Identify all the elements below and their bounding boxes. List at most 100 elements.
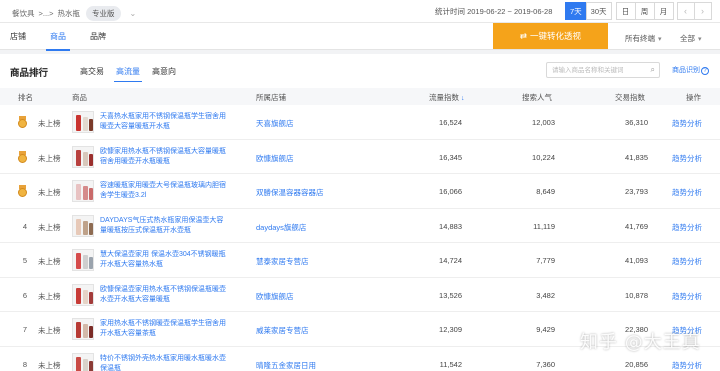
range-month-button[interactable]: 月 — [653, 2, 674, 20]
trend-analysis-link[interactable]: 趋势分析 — [672, 360, 702, 371]
rank-status: 未上榜 — [38, 153, 61, 163]
breadcrumb-separator: >...> — [38, 9, 54, 18]
col-rank: 排名 — [18, 93, 33, 102]
product-thumbnail[interactable] — [72, 249, 94, 271]
trend-analysis-link[interactable]: 趋势分析 — [672, 118, 702, 129]
product-thumbnail[interactable] — [72, 352, 94, 371]
watermark: 知乎 @大王真 — [580, 332, 701, 353]
search-popularity: 9,429 — [536, 325, 555, 334]
rank-status: 未上榜 — [38, 291, 61, 301]
product-name-link[interactable]: 天喜热水瓶家用不锈钢保温瓶学生宿舍用暖壶大容量暖瓶开水瓶 — [100, 112, 228, 132]
product-name-link[interactable]: 欧慷保温壶家用热水瓶不锈钢保温瓶暖壶水壶开水瓶大容量暖瓶 — [100, 285, 228, 305]
traffic-index: 14,883 — [439, 221, 462, 231]
rank-status: 未上榜 — [38, 360, 61, 370]
rank-status: 未上榜 — [38, 119, 61, 128]
edition-badge: 专业版 — [86, 6, 121, 21]
tab-shop[interactable]: 店铺 — [10, 31, 26, 42]
perspective-button[interactable]: ⇄ 一键转化透视 — [493, 23, 608, 49]
next-icon[interactable]: › — [693, 2, 712, 20]
chevron-down-icon[interactable]: ⌄ — [130, 9, 137, 18]
table-row: 未上榜 容速暖瓶家用暖壶大号保温瓶玻璃内胆宿舍学生暖壶3.2l 双勝保温容器容器店 1… — [0, 174, 720, 209]
scope-select-label: 全部 — [680, 34, 695, 43]
shop-link[interactable]: 欧慷旗舰店 — [256, 291, 294, 302]
traffic-index: 12,309 — [439, 325, 462, 334]
traffic-index: 14,724 — [439, 256, 462, 265]
rank-status: 未上榜 — [38, 326, 61, 335]
tab-product[interactable]: 商品 — [46, 31, 70, 51]
search-icon[interactable]: ⌕ — [651, 65, 655, 75]
trade-index: 41,093 — [625, 256, 648, 265]
search-popularity: 3,482 — [536, 290, 555, 300]
swap-icon: ⇄ — [519, 30, 528, 41]
product-thumbnail[interactable] — [72, 283, 94, 306]
terminal-select-label: 所有终端 — [625, 34, 655, 43]
range-day-button[interactable]: 日 — [615, 2, 636, 20]
product-name-link[interactable]: 特价不锈钢外壳热水瓶家用暖水瓶暖水壶保温瓶 — [100, 354, 228, 371]
rank-number: 4 — [22, 221, 28, 231]
col-shop: 所属店铺 — [256, 93, 286, 102]
trade-index: 20,856 — [625, 359, 648, 369]
tab-brand[interactable]: 品牌 — [90, 31, 106, 42]
product-thumbnail[interactable] — [72, 180, 94, 202]
product-name-link[interactable]: 欧慷家用热水瓶不锈钢保温瓶大容量暖瓶宿舍用暖壶开水瓶暖瓶 — [100, 147, 228, 167]
range-30d-button[interactable]: 30天 — [585, 2, 612, 20]
table-row: 未上榜 欧慷家用热水瓶不锈钢保温瓶大容量暖瓶宿舍用暖壶开水瓶暖瓶 欧慷旗舰店 16,3… — [0, 140, 720, 174]
rank-number: 8 — [22, 359, 28, 369]
trend-analysis-link[interactable]: 趋势分析 — [672, 256, 702, 267]
range-7d-button[interactable]: 7天 — [565, 2, 587, 20]
identify-label: 商品识别 — [672, 67, 700, 74]
table-row: 5 未上榜 慧大保温壶家用 保温水壶304不锈钢暖瓶开水瓶大容量热水瓶 慧泰家居专营店… — [0, 243, 720, 278]
col-trade[interactable]: 交易指数 — [615, 92, 645, 103]
shop-link[interactable]: 天喜旗舰店 — [256, 118, 294, 129]
trade-index: 23,793 — [625, 187, 648, 196]
col-traffic-label: 流量指数 — [429, 93, 459, 102]
search-popularity: 10,224 — [532, 152, 555, 162]
breadcrumb-category[interactable]: 餐饮具 — [12, 8, 35, 19]
search-popularity: 7,779 — [536, 256, 555, 265]
prev-icon[interactable]: ‹ — [676, 2, 695, 20]
subtab-high-traffic[interactable]: 高流量 — [114, 66, 142, 82]
product-thumbnail[interactable] — [72, 145, 94, 168]
rank-number: 5 — [22, 256, 28, 265]
table-header: 排名 商品 所属店铺 流量指数 ↓ 搜索人气 交易指数 操作 — [0, 88, 720, 105]
top-bar: 餐饮具 >...> 热水瓶 专业版 ⌄ 统计时间 2019-06-22 ~ 20… — [0, 0, 720, 23]
shop-link[interactable]: 威莱家居专营店 — [256, 325, 309, 336]
product-thumbnail[interactable] — [72, 214, 94, 237]
shop-link[interactable]: 欧慷旗舰店 — [256, 153, 294, 164]
traffic-index: 16,066 — [439, 187, 462, 196]
range-buttons: 7天 30天 日 周 月 ‹ › — [565, 2, 712, 20]
product-thumbnail[interactable] — [72, 318, 94, 340]
trend-analysis-link[interactable]: 趋势分析 — [672, 187, 702, 198]
terminal-select[interactable]: 所有终端 ▾ — [625, 33, 662, 44]
perspective-button-label: 一键转化透视 — [530, 31, 582, 41]
breadcrumb-current[interactable]: 热水瓶 — [58, 8, 81, 19]
col-traffic[interactable]: 流量指数 ↓ — [429, 92, 465, 103]
rank-status: 未上榜 — [38, 222, 61, 232]
shop-link[interactable]: 慧泰家居专营店 — [256, 256, 309, 267]
search-popularity: 12,003 — [532, 118, 555, 127]
product-name-link[interactable]: 家用热水瓶不锈钢暖壶保温瓶学生宿舍用开水瓶大容量茶瓶 — [100, 319, 228, 339]
col-search[interactable]: 搜索人气 — [522, 92, 552, 103]
range-week-button[interactable]: 周 — [634, 2, 655, 20]
product-name-link[interactable]: 容速暖瓶家用暖壶大号保温瓶玻璃内胆宿舍学生暖壶3.2l — [100, 181, 228, 201]
search-input[interactable] — [547, 63, 643, 77]
product-name-link[interactable]: 慧大保温壶家用 保温水壶304不锈钢暖瓶开水瓶大容量热水瓶 — [100, 250, 228, 270]
shop-link[interactable]: daydays旗舰店 — [256, 222, 306, 233]
trend-analysis-link[interactable]: 趋势分析 — [672, 153, 702, 164]
product-name-link[interactable]: DAYDAYS气压式热水瓶家用保温壶大容量暖瓶按压式保温瓶开水壶瓶 — [100, 216, 228, 236]
table-row: 未上榜 天喜热水瓶家用不锈钢保温瓶学生宿舍用暖壶大容量暖瓶开水瓶 天喜旗舰店 16,5… — [0, 105, 720, 140]
col-action: 操作 — [686, 93, 701, 102]
trend-analysis-link[interactable]: 趋势分析 — [672, 291, 702, 302]
product-identify-link[interactable]: 商品识别? — [672, 65, 709, 75]
shop-link[interactable]: 双勝保温容器容器店 — [256, 187, 324, 198]
medal-icon — [18, 116, 27, 128]
product-thumbnail[interactable] — [72, 111, 94, 133]
rank-number: 6 — [22, 290, 28, 300]
shop-link[interactable]: 晴隆五金家居日用 — [256, 360, 316, 371]
trend-analysis-link[interactable]: 趋势分析 — [672, 222, 702, 233]
scope-select[interactable]: 全部 ▾ — [680, 33, 702, 44]
subtab-high-trade[interactable]: 高交易 — [80, 66, 104, 77]
subtab-high-intent[interactable]: 高意向 — [152, 66, 176, 77]
rank-status: 未上榜 — [38, 257, 61, 266]
search-popularity: 11,119 — [533, 221, 555, 231]
